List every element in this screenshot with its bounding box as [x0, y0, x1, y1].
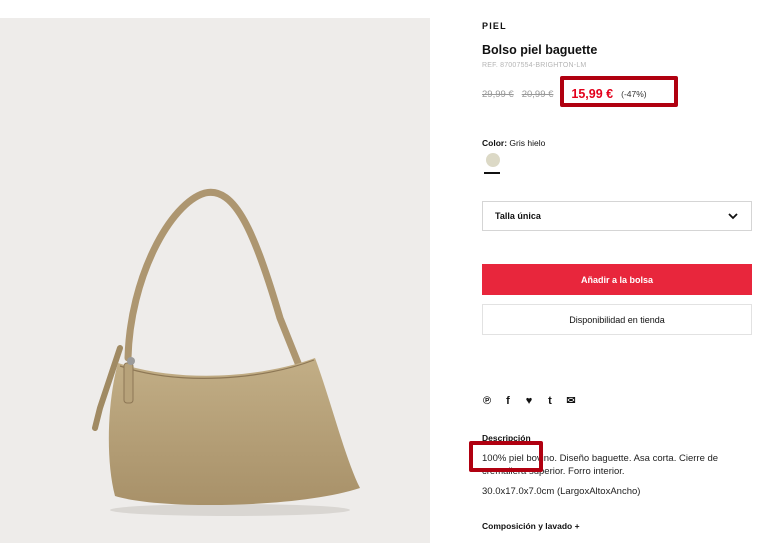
price-highlight-box [560, 76, 678, 107]
color-value: Gris hielo [509, 138, 546, 148]
store-availability-button[interactable]: Disponibilidad en tienda [482, 304, 752, 335]
product-dimensions: 30.0x17.0x7.0cm (LargoxAltoxAncho) [482, 486, 641, 497]
price-original: 29,99 € [482, 88, 514, 100]
product-ref: REF. 87007554-BRIGHTON-LM [482, 62, 587, 69]
twitter-icon[interactable]: ♥ [524, 395, 534, 407]
product-title: Bolso piel baguette [482, 43, 598, 57]
price-previous: 20,99 € [521, 88, 554, 100]
color-label: Color: [482, 138, 508, 148]
product-image[interactable] [0, 18, 430, 543]
composition-toggle[interactable]: Composición y lavado + [482, 521, 580, 531]
color-row: Color: Gris hielo [482, 138, 545, 148]
product-category: PIEL [482, 21, 507, 31]
swatch-selected-indicator [484, 172, 500, 174]
pinterest-icon[interactable]: ℗ [482, 395, 492, 407]
share-icons: ℗ f ♥ t ✉ [482, 394, 576, 408]
size-selected: Talla única [495, 211, 541, 221]
chevron-down-icon [728, 213, 738, 220]
tumblr-icon[interactable]: t [545, 395, 555, 407]
email-icon[interactable]: ✉ [566, 394, 576, 407]
facebook-icon[interactable]: f [503, 395, 513, 407]
add-to-bag-button[interactable]: Añadir a la bolsa [482, 264, 752, 295]
bag-illustration [92, 188, 360, 516]
size-select[interactable]: Talla única [482, 201, 752, 231]
color-swatch[interactable] [486, 153, 500, 167]
description-highlight-box [469, 441, 543, 472]
